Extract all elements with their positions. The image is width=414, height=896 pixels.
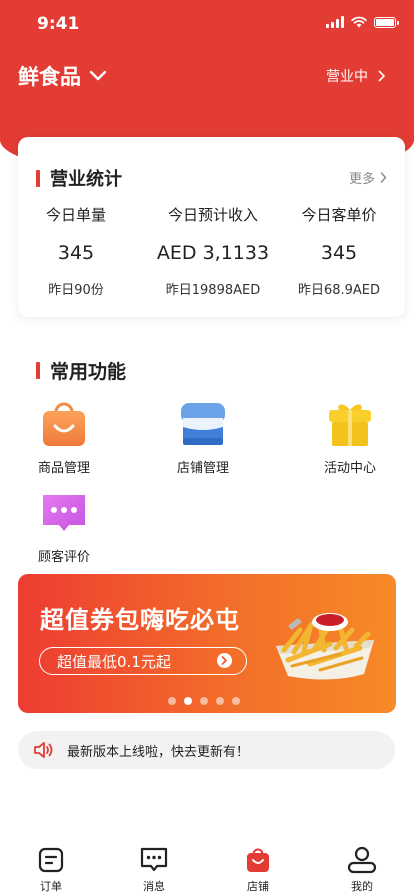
func-product-management[interactable]: 商品管理 bbox=[9, 400, 119, 476]
store-selector[interactable]: 鲜食品 bbox=[18, 61, 107, 91]
stats-more-link[interactable]: 更多 bbox=[349, 168, 387, 187]
carousel-dot[interactable] bbox=[216, 697, 224, 705]
stat-revenue[interactable]: 今日预计收入 AED 3,1133 昨日19898AED bbox=[144, 204, 282, 298]
stat-orders[interactable]: 今日单量 345 昨日90份 bbox=[11, 204, 141, 298]
func-label: 顾客评价 bbox=[37, 550, 90, 565]
func-store-management[interactable]: 店铺管理 bbox=[148, 400, 258, 476]
stat-avg-price[interactable]: 今日客单价 345 昨日68.9AED bbox=[274, 204, 404, 298]
business-status-button[interactable]: 营业中 bbox=[326, 66, 386, 86]
tab-messages[interactable]: 消息 bbox=[119, 846, 189, 894]
stats-title-text: 营业统计 bbox=[50, 169, 122, 190]
profile-icon bbox=[327, 846, 397, 874]
tab-shop[interactable]: 店铺 bbox=[223, 846, 293, 894]
stat-compare: 昨日19898AED bbox=[165, 283, 261, 298]
tab-label: 店铺 bbox=[247, 880, 269, 893]
carousel-dot-active[interactable] bbox=[184, 697, 192, 705]
func-label: 店铺管理 bbox=[176, 461, 229, 476]
title-accent-bar bbox=[36, 169, 40, 187]
chat-bubble-icon bbox=[39, 489, 89, 539]
chevron-down-icon bbox=[89, 70, 107, 81]
carousel-dot[interactable] bbox=[168, 697, 176, 705]
business-status-label: 营业中 bbox=[326, 69, 368, 85]
func-activity-center[interactable]: 活动中心 bbox=[295, 400, 405, 476]
functions-section-title: 常用功能 bbox=[36, 357, 126, 384]
cellular-signal-icon bbox=[326, 16, 344, 28]
func-label: 活动中心 bbox=[323, 461, 376, 476]
func-customer-reviews[interactable]: 顾客评价 bbox=[9, 489, 119, 565]
french-fries-image bbox=[276, 613, 374, 680]
func-label: 商品管理 bbox=[37, 461, 90, 476]
carousel-dot[interactable] bbox=[200, 697, 208, 705]
stat-label: 今日客单价 bbox=[301, 206, 377, 224]
more-label: 更多 bbox=[348, 172, 375, 187]
gift-icon bbox=[325, 400, 375, 450]
promo-banner[interactable]: 超值券包嗨吃必屯 超值最低0.1元起 bbox=[18, 574, 396, 713]
update-notice-bar[interactable]: 最新版本上线啦，快去更新有！ bbox=[18, 731, 395, 769]
arrow-right-icon bbox=[217, 653, 232, 668]
tab-orders[interactable]: 订单 bbox=[16, 846, 86, 894]
tab-label: 我的 bbox=[351, 880, 373, 893]
storefront-icon bbox=[178, 400, 228, 450]
battery-icon bbox=[374, 16, 399, 28]
functions-title-text: 常用功能 bbox=[50, 361, 127, 383]
stat-compare: 昨日68.9AED bbox=[297, 283, 381, 298]
banner-title: 超值券包嗨吃必屯 bbox=[40, 606, 240, 634]
order-icon bbox=[16, 846, 86, 874]
business-stats-card: 营业统计 更多 今日单量 345 昨日90份 今日预计收入 AED 3,1133… bbox=[18, 137, 405, 317]
status-bar: 9:41 bbox=[0, 0, 414, 50]
stat-value: 345 bbox=[320, 242, 358, 264]
tab-profile[interactable]: 我的 bbox=[327, 846, 397, 894]
tab-label: 订单 bbox=[40, 880, 62, 893]
store-name: 鲜食品 bbox=[18, 65, 81, 89]
status-icons bbox=[326, 16, 399, 28]
tab-label: 消息 bbox=[143, 880, 165, 893]
title-accent-bar bbox=[36, 362, 40, 379]
bottom-tab-bar: 订单 消息 店铺 我的 bbox=[0, 838, 414, 896]
shopping-bag-icon bbox=[39, 400, 89, 450]
message-icon bbox=[119, 846, 189, 874]
stat-value: 345 bbox=[57, 242, 95, 264]
notice-text: 最新版本上线啦，快去更新有！ bbox=[67, 744, 250, 760]
carousel-indicator bbox=[168, 697, 240, 705]
chevron-right-icon bbox=[380, 172, 387, 183]
banner-cta-label: 超值最低0.1元起 bbox=[57, 652, 171, 671]
wifi-icon bbox=[351, 16, 367, 28]
carousel-dot[interactable] bbox=[232, 697, 240, 705]
stat-compare: 昨日90份 bbox=[48, 283, 104, 298]
stats-section-title: 营业统计 bbox=[36, 165, 122, 191]
stat-value: AED 3,1133 bbox=[156, 242, 270, 264]
stat-label: 今日单量 bbox=[45, 206, 106, 224]
banner-cta-button[interactable]: 超值最低0.1元起 bbox=[39, 647, 247, 675]
status-time: 9:41 bbox=[37, 14, 80, 34]
chevron-right-icon bbox=[378, 70, 385, 82]
shop-bag-icon bbox=[223, 846, 293, 874]
stat-label: 今日预计收入 bbox=[167, 206, 258, 224]
speaker-icon bbox=[34, 742, 54, 758]
